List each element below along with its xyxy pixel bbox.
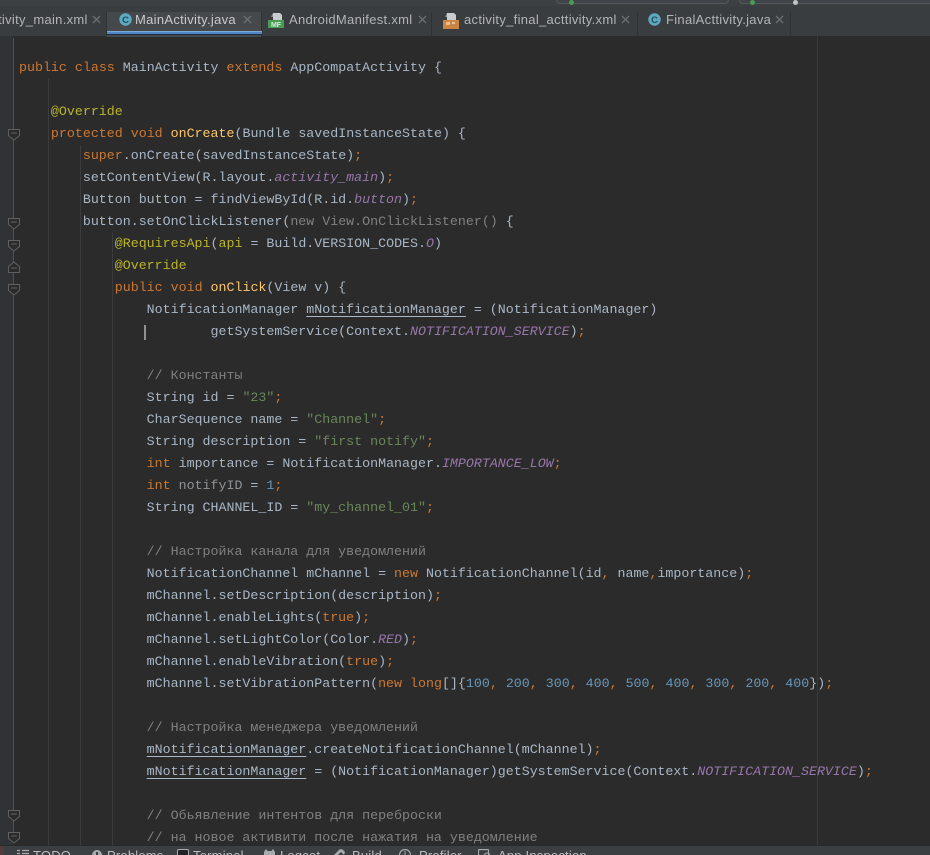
svg-text:C: C (651, 15, 658, 26)
svg-text:MF: MF (271, 22, 282, 28)
svg-text:C: C (122, 15, 129, 26)
